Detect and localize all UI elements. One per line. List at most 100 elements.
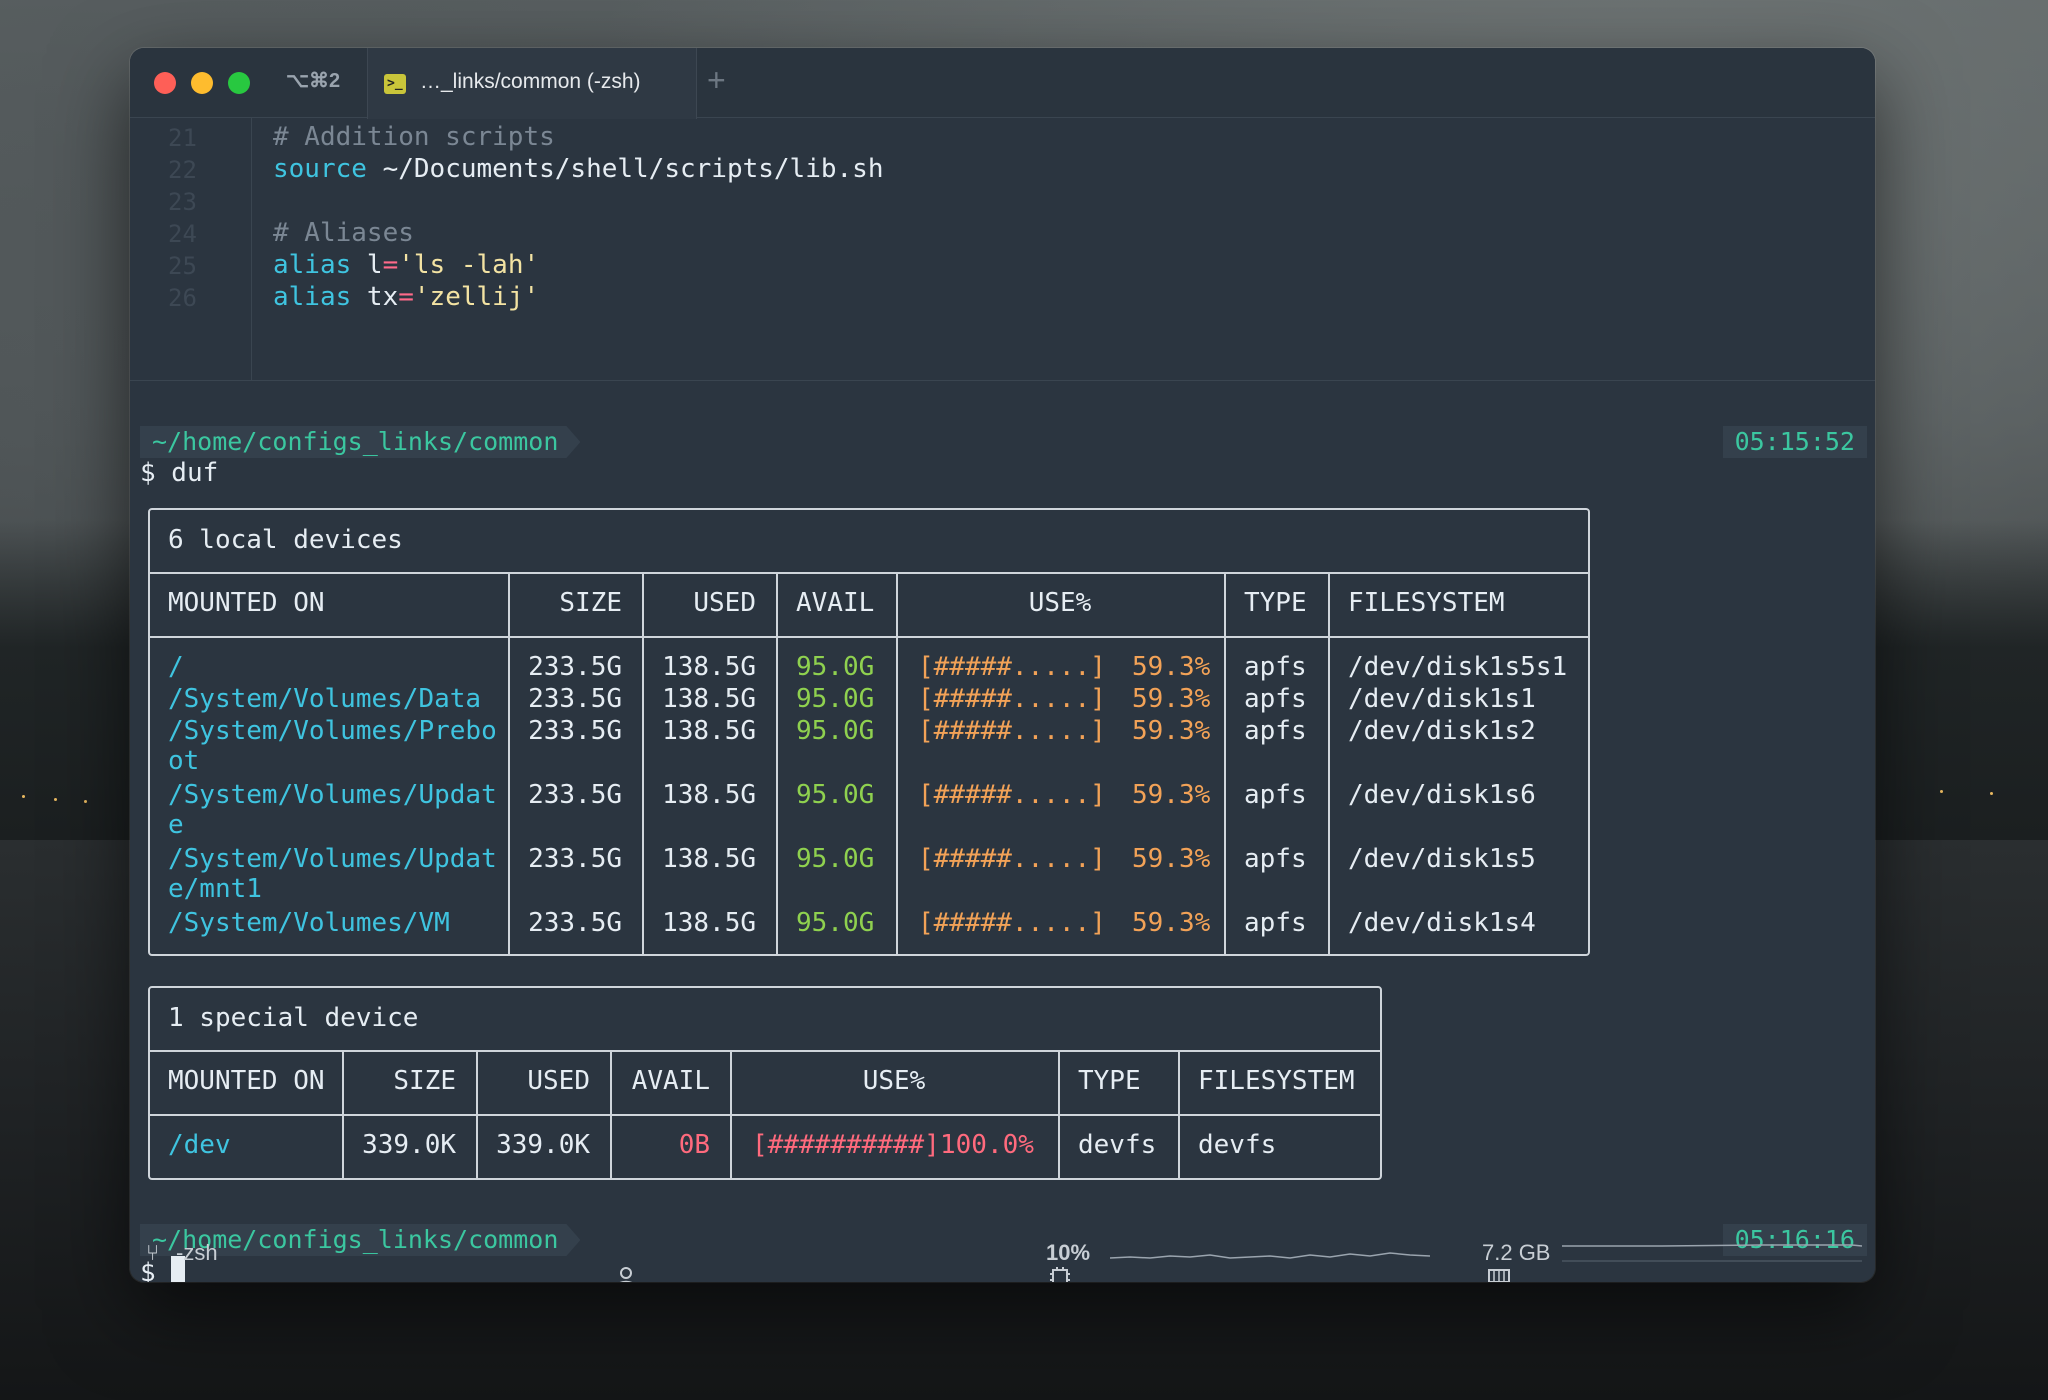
- mount-point: /System/Volumes/Data: [168, 684, 482, 714]
- filesystem-name: /dev/disk1s4: [1348, 908, 1536, 938]
- usage-percent: 59.3%: [1132, 684, 1211, 714]
- code-keyword: alias: [273, 250, 352, 280]
- usage-bar: [#####.....]: [918, 652, 1106, 682]
- filesystem-name: devfs: [1198, 1130, 1277, 1160]
- code-comment: # Addition scripts: [273, 122, 555, 152]
- column-header: MOUNTED ON: [168, 588, 325, 618]
- column-divider: [1224, 574, 1226, 954]
- memory-usage: 7.2 GB: [1482, 1240, 1551, 1265]
- cpu-usage: 10%: [1046, 1240, 1091, 1265]
- line-number: 22: [168, 156, 197, 184]
- fs-type: devfs: [1078, 1130, 1157, 1160]
- code-operator: =: [382, 250, 399, 280]
- fs-type: apfs: [1244, 684, 1307, 714]
- status-bar: ⑂ -zsh 10% 7.2 GB: [130, 1228, 1875, 1282]
- fs-type: apfs: [1244, 652, 1307, 682]
- size-value: 233.5G: [528, 652, 622, 682]
- code-text: tx: [351, 282, 399, 312]
- code-comment: # Aliases: [273, 218, 414, 248]
- column-header: USED: [527, 1066, 590, 1096]
- column-divider: [1178, 1052, 1180, 1178]
- filesystem-name: /dev/disk1s5s1: [1348, 652, 1568, 682]
- memory-sparkline: [1562, 1244, 1862, 1262]
- size-value: 233.5G: [528, 844, 622, 874]
- column-divider: [642, 574, 644, 954]
- tab-label: …_links/common (-zsh): [420, 70, 641, 93]
- minimize-button[interactable]: [191, 72, 213, 94]
- tab-active[interactable]: >_ …_links/common (-zsh): [367, 48, 697, 119]
- avail-value: 95.0G: [796, 844, 875, 874]
- code-text: ~/Documents/shell/scripts/lib.sh: [366, 154, 884, 184]
- size-value: 233.5G: [528, 908, 622, 938]
- code-string: 'ls -lah': [398, 250, 540, 280]
- column-header: AVAIL: [796, 588, 875, 618]
- column-header: USE%: [1028, 588, 1092, 618]
- background-light: [84, 800, 87, 803]
- usage-percent: 59.3%: [1132, 908, 1211, 938]
- mount-point: /System/Volumes/VM: [168, 908, 450, 938]
- title-bar: ⌥⌘2 >_ …_links/common (-zsh) +: [130, 48, 1875, 119]
- used-value: 138.5G: [662, 652, 756, 682]
- code-keyword: alias: [273, 282, 352, 312]
- usage-bar: [#####.....]: [918, 716, 1106, 746]
- mount-point: /dev: [168, 1130, 231, 1160]
- tab-shortcut-label: ⌥⌘2: [286, 70, 341, 92]
- used-value: 138.5G: [662, 716, 756, 746]
- filesystem-name: /dev/disk1s2: [1348, 716, 1536, 746]
- table-title: 1 special device: [150, 988, 1380, 1052]
- code-string: 'zellij': [413, 282, 540, 312]
- line-number-gutter: 21 22 23 24 25 26: [130, 118, 252, 381]
- column-divider: [508, 574, 510, 954]
- usage-percent: 100.0%: [940, 1130, 1034, 1160]
- used-value: 339.0K: [496, 1130, 590, 1160]
- user-icon[interactable]: [578, 1240, 637, 1282]
- mount-point: /System/Volumes/Prebo ot: [168, 716, 497, 776]
- usage-bar: [##########]: [752, 1130, 940, 1160]
- used-value: 138.5G: [662, 844, 756, 874]
- avail-value: 95.0G: [796, 652, 875, 682]
- fs-type: apfs: [1244, 780, 1307, 810]
- column-header: USED: [693, 588, 756, 618]
- code-operator: =: [398, 282, 414, 312]
- terminal-content[interactable]: 21 22 23 24 25 26 # Addition scripts sou…: [130, 118, 1875, 1282]
- usage-percent: 59.3%: [1132, 780, 1211, 810]
- table-title: 6 local devices: [150, 510, 1588, 574]
- usage-percent: 59.3%: [1132, 652, 1211, 682]
- column-header: AVAIL: [631, 1066, 710, 1096]
- line-number: 25: [168, 252, 197, 280]
- line-number: 24: [168, 220, 197, 248]
- column-header: USE%: [862, 1066, 926, 1096]
- usage-bar: [#####.....]: [918, 908, 1106, 938]
- column-header: SIZE: [559, 588, 622, 618]
- used-value: 138.5G: [662, 780, 756, 810]
- used-value: 138.5G: [662, 684, 756, 714]
- editor-pane[interactable]: 21 22 23 24 25 26 # Addition scripts sou…: [130, 118, 1875, 381]
- filesystem-name: /dev/disk1s1: [1348, 684, 1536, 714]
- avail-value: 95.0G: [796, 908, 875, 938]
- shell-name: -zsh: [176, 1240, 218, 1265]
- column-header: TYPE: [1078, 1066, 1141, 1096]
- prompt-time: 05:15:52: [1722, 426, 1867, 458]
- background-light: [54, 798, 57, 801]
- maximize-button[interactable]: [228, 72, 250, 94]
- code-line: # Addition scripts: [273, 122, 555, 152]
- line-number: 21: [168, 124, 197, 152]
- background-light: [1940, 790, 1943, 793]
- column-divider: [1328, 574, 1330, 954]
- usage-bar: [#####.....]: [918, 844, 1106, 874]
- code-text: l: [351, 250, 383, 280]
- special-devices-table: 1 special device MOUNTED ON SIZE USED AVAIL…: [148, 986, 1382, 1180]
- prompt-path: ~/home/configs_links/common: [140, 426, 580, 458]
- usage-percent: 59.3%: [1132, 844, 1211, 874]
- fs-type: apfs: [1244, 716, 1307, 746]
- filesystem-name: /dev/disk1s5: [1348, 844, 1536, 874]
- new-tab-button[interactable]: +: [707, 62, 726, 99]
- close-button[interactable]: [154, 72, 176, 94]
- column-header: FILESYSTEM: [1198, 1066, 1355, 1096]
- column-header: MOUNTED ON: [168, 1066, 325, 1096]
- background-light: [1990, 792, 1993, 795]
- column-header: SIZE: [393, 1066, 456, 1096]
- mount-point: /: [168, 652, 184, 682]
- avail-value: 95.0G: [796, 684, 875, 714]
- line-number: 26: [168, 284, 197, 312]
